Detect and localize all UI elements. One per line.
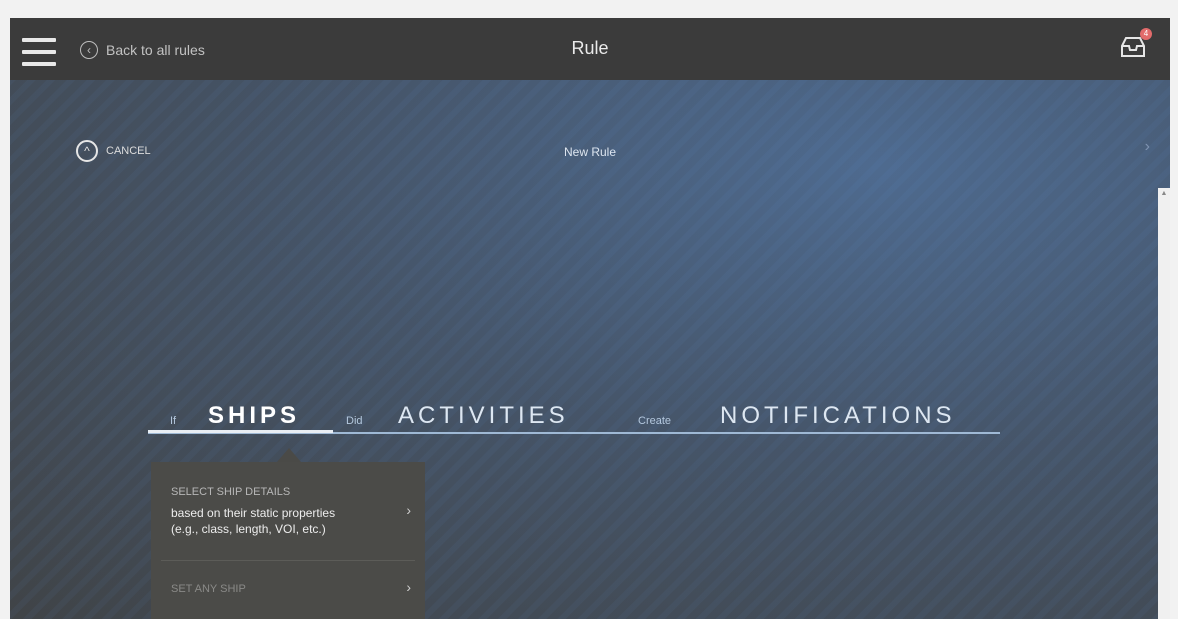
tab-ships[interactable]: SHIPS — [208, 402, 300, 430]
select-ship-details-option[interactable]: SELECT SHIP DETAILS based on their stati… — [151, 462, 425, 560]
did-label: Did — [346, 415, 363, 427]
scroll-up-icon[interactable]: ▲ — [1158, 188, 1170, 200]
if-label: If — [170, 415, 177, 427]
select-ship-details-desc-2: (e.g., class, length, VOI, etc.) — [171, 522, 326, 536]
ships-dropdown: SELECT SHIP DETAILS based on their stati… — [151, 462, 425, 619]
select-ship-details-label: SELECT SHIP DETAILS — [171, 486, 291, 498]
tab-activities[interactable]: ACTIVITIES — [398, 402, 569, 430]
app-window: ‹ Back to all rules Rule 4 ^ CANCEL New … — [10, 18, 1170, 619]
scrollbar[interactable] — [1158, 188, 1170, 619]
select-ship-details-desc: based on their static properties — [171, 506, 336, 520]
notification-badge: 4 — [1140, 28, 1152, 40]
set-any-ship-label: SET ANY SHIP — [171, 583, 246, 595]
tab-notifications[interactable]: NOTIFICATIONS — [720, 402, 956, 430]
set-any-ship-option[interactable]: SET ANY SHIP › — [151, 561, 425, 619]
inbox-button[interactable]: 4 — [1120, 28, 1152, 58]
top-bar: ‹ Back to all rules Rule 4 — [10, 18, 1170, 80]
dropdown-pointer — [277, 448, 301, 462]
inbox-icon — [1121, 37, 1145, 57]
new-rule-label: New Rule — [563, 145, 617, 159]
chevron-right-icon[interactable]: › — [1145, 138, 1150, 156]
page-title: Rule — [571, 38, 609, 58]
chevron-right-icon: › — [406, 579, 411, 595]
chevron-right-icon: › — [406, 502, 411, 518]
rule-steps-bar: If SHIPS Did ACTIVITIES Create NOTIFICAT… — [148, 398, 1000, 434]
active-step-underline — [148, 430, 333, 433]
create-label: Create — [638, 415, 672, 427]
